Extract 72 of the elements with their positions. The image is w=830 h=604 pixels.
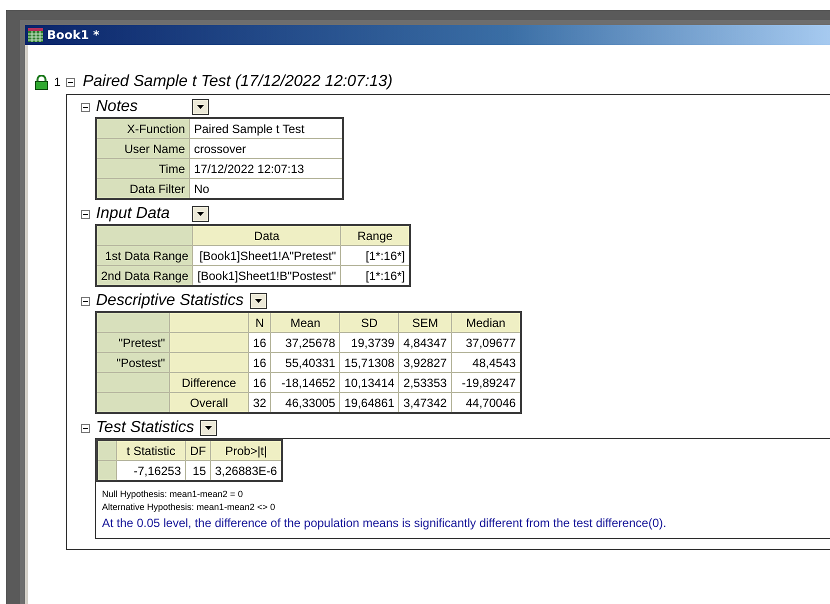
section-title: Test Statistics (96, 419, 194, 437)
table-cell: User Name (96, 138, 190, 158)
dropdown-icon[interactable] (192, 206, 209, 222)
table-cell: 10,13414 (340, 372, 399, 392)
table-cell: 37,25678 (270, 332, 340, 352)
table-cell: crossover (190, 138, 343, 158)
row-header: 2nd Data Range (96, 266, 193, 286)
table-cell: 37,09677 (451, 332, 521, 352)
collapse-icon[interactable] (81, 424, 90, 432)
table-cell: 16 (248, 352, 271, 372)
column-header: Data (192, 225, 341, 246)
table-cell: 15,71308 (340, 352, 399, 372)
table-cell: 3,92827 (398, 352, 452, 372)
collapse-icon[interactable] (81, 210, 90, 218)
table-cell: [Book1]Sheet1!A"Pretest" (192, 246, 341, 266)
table-cell: 4,84347 (398, 332, 452, 352)
section-title: Descriptive Statistics (96, 292, 244, 310)
table-cell: 32 (248, 392, 271, 413)
table-cell: 17/12/2022 12:07:13 (190, 158, 343, 178)
table-cell: 48,4543 (451, 352, 521, 372)
column-header: Range (340, 225, 410, 246)
table-cell: 16 (248, 372, 271, 392)
table-cell: 46,33005 (270, 392, 340, 413)
report-title: Paired Sample t Test (17/12/2022 12:07:13) (82, 73, 393, 91)
table-cell: [1*:16*] (340, 246, 410, 266)
conclusion-text: At the 0.05 level, the difference of the population means is significantly different from the test difference(0). (102, 516, 668, 530)
table-cell: X-Function (96, 118, 190, 138)
table-cell: 2,53353 (398, 372, 452, 392)
table-cell: 19,3739 (340, 332, 399, 352)
table-cell: 3,47342 (398, 392, 452, 413)
row-header: Overall (170, 392, 248, 413)
dropdown-icon[interactable] (250, 293, 267, 309)
section-title: Input Data (96, 205, 171, 223)
collapse-icon[interactable] (81, 102, 90, 112)
collapse-icon[interactable] (81, 296, 90, 306)
row-header: "Postest" (96, 352, 170, 372)
collapse-icon[interactable] (66, 78, 75, 86)
table-cell: [1*:16*] (340, 266, 410, 286)
column-header: Mean (270, 312, 340, 332)
table-cell: Data Filter (96, 178, 190, 199)
window-title: Book1 * (47, 28, 100, 42)
table-cell: Paired Sample t Test (190, 118, 343, 138)
table-cell: [Book1]Sheet1!B"Postest" (192, 266, 341, 286)
row-header: 1st Data Range (96, 246, 193, 266)
row-header: Difference (170, 372, 248, 392)
table-cell: Time (96, 158, 190, 178)
table-cell: -7,16253 (116, 460, 186, 481)
column-header: SD (340, 312, 399, 332)
row-header: "Pretest" (96, 332, 170, 352)
spreadsheet-icon (28, 28, 43, 42)
dropdown-icon[interactable] (192, 99, 209, 115)
lock-icon (34, 74, 49, 90)
column-header: t Statistic (116, 440, 186, 460)
hypothesis-text: Alternative Hypothesis: mean1-mean2 <> 0 (102, 501, 276, 514)
hypothesis-text: Null Hypothesis: mean1-mean2 = 0 (102, 488, 244, 501)
dropdown-icon[interactable] (200, 420, 218, 436)
report-index: 1 (54, 75, 61, 89)
table-cell: -18,14652 (270, 372, 340, 392)
table-cell: 15 (186, 460, 210, 481)
table-cell: 16 (248, 332, 271, 352)
table-cell: 3,26883E-6 (210, 460, 282, 481)
column-header: Prob>|t| (210, 440, 282, 460)
column-header: DF (186, 440, 210, 460)
column-header: SEM (398, 312, 452, 332)
table-cell: No (190, 178, 343, 199)
column-header: N (248, 312, 271, 332)
table-cell: -19,89247 (451, 372, 521, 392)
table-cell: 44,70046 (451, 392, 521, 413)
table-cell: 19,64861 (340, 392, 399, 413)
section-title: Notes (96, 98, 139, 116)
table-cell: 55,40331 (270, 352, 340, 372)
column-header: Median (451, 312, 521, 332)
